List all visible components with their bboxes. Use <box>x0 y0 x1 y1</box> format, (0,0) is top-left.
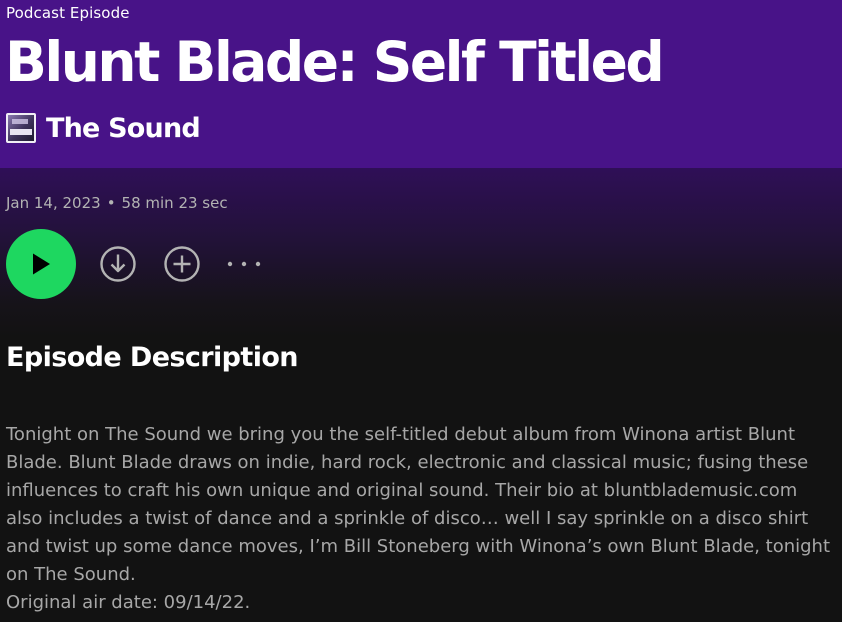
description-body: Tonight on The Sound we bring you the se… <box>6 424 831 585</box>
play-icon <box>33 253 50 275</box>
show-link[interactable]: The Sound <box>6 111 201 145</box>
episode-title: Blunt Blade: Self Titled <box>5 30 665 94</box>
add-to-library-button[interactable] <box>162 244 202 284</box>
play-button[interactable] <box>6 229 76 299</box>
episode-duration: 58 min 23 sec <box>121 194 228 212</box>
show-cover-image[interactable] <box>6 113 36 143</box>
episode-page: Podcast Episode Blunt Blade: Self Titled… <box>0 0 842 622</box>
release-date: Jan 14, 2023 <box>6 194 101 212</box>
meta-separator: • <box>106 194 116 212</box>
add-circle-icon <box>164 246 200 282</box>
episode-meta: Jan 14, 2023 • 58 min 23 sec <box>6 194 228 212</box>
episode-type-label: Podcast Episode <box>6 4 130 22</box>
more-options-button[interactable] <box>224 244 264 284</box>
download-icon <box>100 246 136 282</box>
episode-description: Tonight on The Sound we bring you the se… <box>6 421 838 617</box>
action-bar <box>6 229 264 299</box>
original-air-date: Original air date: 09/14/22. <box>6 592 251 613</box>
show-name-link[interactable]: The Sound <box>46 113 201 144</box>
download-button[interactable] <box>98 244 138 284</box>
more-horizontal-icon <box>227 261 261 267</box>
description-heading: Episode Description <box>6 342 299 373</box>
episode-header: Podcast Episode Blunt Blade: Self Titled… <box>0 0 842 168</box>
